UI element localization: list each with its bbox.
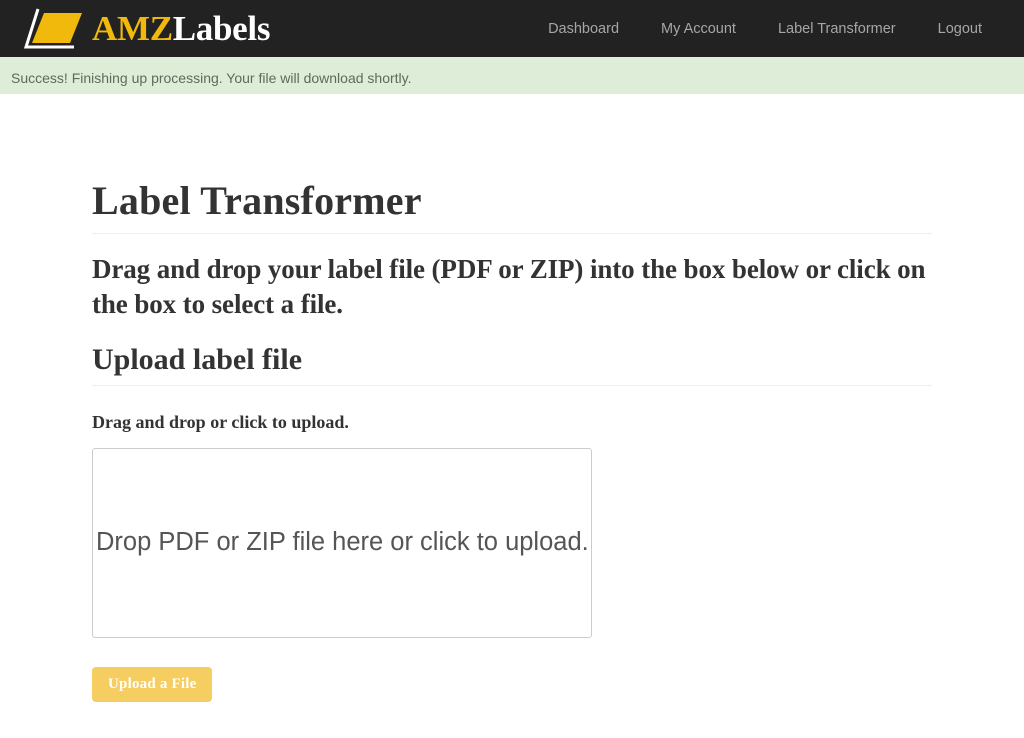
- section-divider: [92, 385, 932, 387]
- brand-text-labels: Labels: [172, 9, 271, 48]
- brand-text: AMZLabels: [92, 11, 270, 46]
- nav-link-logout[interactable]: Logout: [938, 21, 982, 37]
- page-title: Label Transformer: [92, 178, 422, 223]
- success-alert: Success! Finishing up processing. Your f…: [0, 57, 1024, 94]
- site-header: AMZLabels Dashboard My Account Label Tra…: [0, 0, 1024, 57]
- nav-link-my-account[interactable]: My Account: [661, 21, 736, 37]
- nav-link-dashboard[interactable]: Dashboard: [548, 21, 619, 37]
- file-dropzone[interactable]: Drop PDF or ZIP file here or click to up…: [92, 447, 592, 638]
- instructions-text: Drag and drop your label file (PDF or ZI…: [92, 254, 926, 319]
- brand-logo-link[interactable]: AMZLabels: [24, 0, 270, 57]
- primary-navigation: Dashboard My Account Label Transformer L…: [548, 21, 982, 37]
- title-divider: [92, 233, 932, 234]
- dropzone-placeholder-text: Drop PDF or ZIP file here or click to up…: [96, 528, 589, 557]
- main-content: Label Transformer Drag and drop your lab…: [92, 94, 932, 703]
- nav-link-label-transformer[interactable]: Label Transformer: [778, 21, 896, 37]
- upload-a-file-button[interactable]: Upload a File: [92, 666, 213, 703]
- dropzone-field-label: Drag and drop or click to upload.: [92, 412, 349, 433]
- section-title-upload: Upload label file: [92, 343, 303, 377]
- amz-parallelogram-logo-icon: [24, 7, 92, 51]
- brand-text-amz: AMZ: [92, 9, 173, 48]
